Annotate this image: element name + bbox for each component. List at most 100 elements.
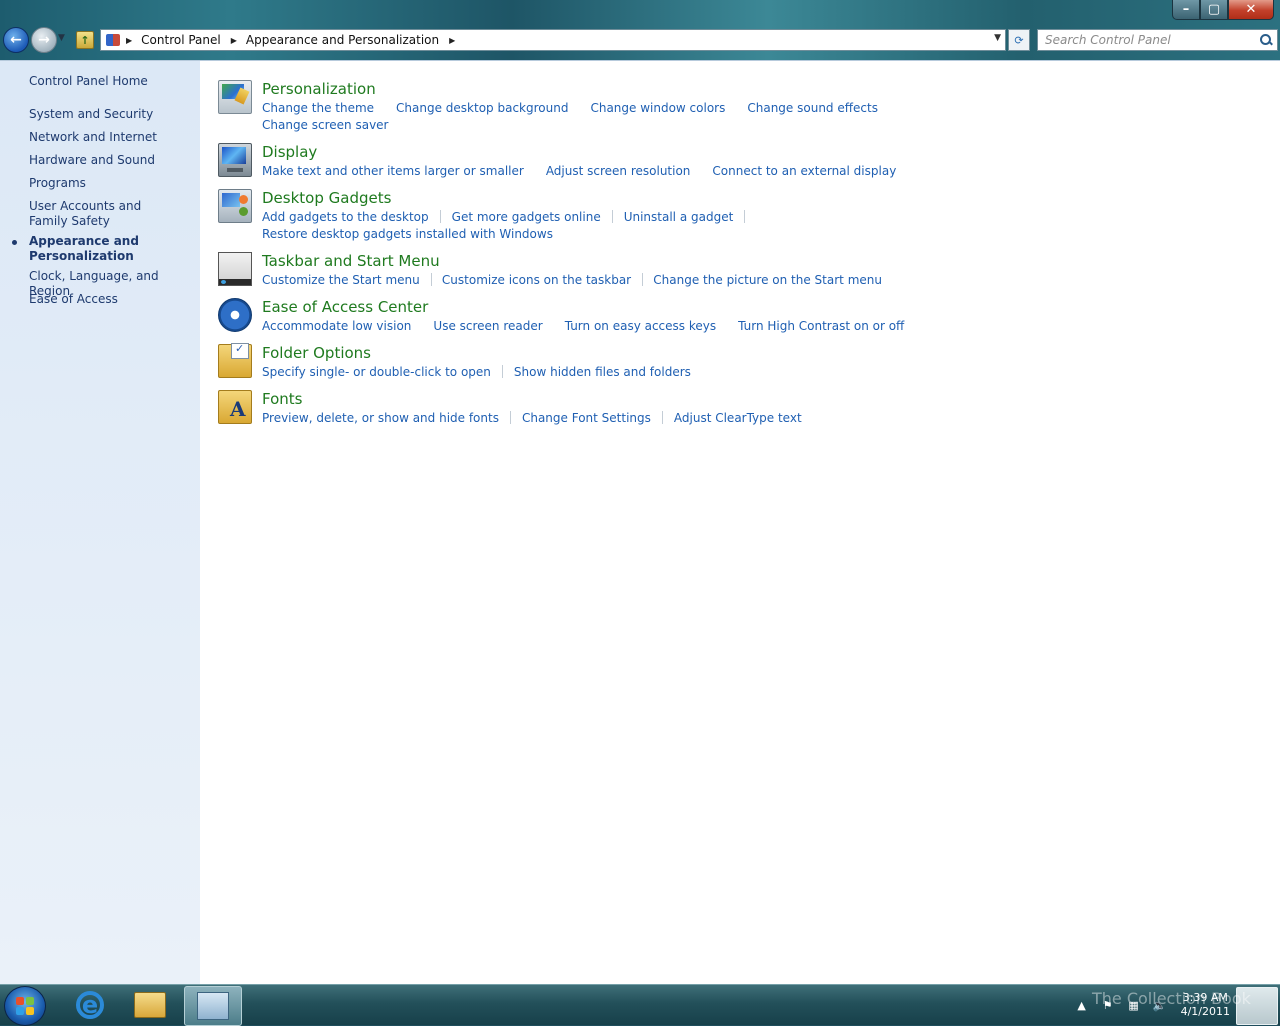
category-title[interactable]: Folder Options bbox=[262, 344, 371, 362]
task-link[interactable]: Change the theme bbox=[262, 101, 374, 115]
task-links: Preview, delete, or show and hide fonts C… bbox=[262, 409, 882, 426]
control-panel-icon bbox=[197, 992, 229, 1020]
task-link-row: Preview, delete, or show and hide fonts C… bbox=[262, 409, 882, 426]
window-controls: – ▢ ✕ bbox=[1172, 0, 1274, 20]
search-input[interactable] bbox=[1038, 32, 1259, 48]
task-links: Add gadgets to the desktop Get more gadge… bbox=[262, 208, 882, 242]
desktop-gadgets-icon[interactable] bbox=[218, 189, 252, 223]
link-separator bbox=[662, 411, 663, 424]
breadcrumb-control-panel[interactable]: Control Panel bbox=[141, 33, 221, 47]
task-link-row: Change the theme Change desktop backgroun… bbox=[262, 99, 882, 116]
window-title-bar: – ▢ ✕ ← → ▼ ↑ ▶ Control Panel ▶ Appearan… bbox=[0, 0, 1280, 60]
sidebar-item-appearance[interactable]: Appearance and Personalization bbox=[29, 234, 149, 264]
breadcrumb-separator-icon[interactable]: ▶ bbox=[449, 36, 455, 45]
task-links: Make text and other items larger or smal… bbox=[262, 162, 882, 179]
address-bar[interactable]: ▶ Control Panel ▶ Appearance and Persona… bbox=[100, 29, 1006, 51]
sidebar-item-programs[interactable]: Programs bbox=[29, 176, 194, 191]
breadcrumb-appearance[interactable]: Appearance and Personalization bbox=[246, 33, 439, 47]
task-link[interactable]: Specify single- or double-click to open bbox=[262, 365, 491, 379]
task-link-row: Make text and other items larger or smal… bbox=[262, 162, 882, 179]
internet-explorer-button[interactable]: e bbox=[62, 986, 118, 1024]
task-link[interactable]: Change sound effects bbox=[747, 101, 878, 115]
folder-icon bbox=[134, 992, 166, 1018]
task-link-row: Add gadgets to the desktop Get more gadge… bbox=[262, 208, 882, 225]
breadcrumb-separator-icon[interactable]: ▶ bbox=[231, 36, 237, 45]
control-panel-icon bbox=[106, 34, 120, 46]
folder-options-icon[interactable] bbox=[218, 344, 252, 378]
up-folder-icon[interactable]: ↑ bbox=[76, 31, 94, 49]
task-link[interactable]: Customize icons on the taskbar bbox=[442, 273, 631, 287]
maximize-button[interactable]: ▢ bbox=[1200, 0, 1228, 20]
task-link[interactable]: Turn High Contrast on or off bbox=[738, 319, 904, 333]
sidebar-item-user-accounts[interactable]: User Accounts and Family Safety bbox=[29, 199, 179, 229]
link-separator bbox=[744, 210, 745, 223]
task-links: Specify single- or double-click to open S… bbox=[262, 363, 882, 380]
search-icon[interactable] bbox=[1259, 33, 1273, 47]
task-links: Accommodate low vision Use screen reader T… bbox=[262, 317, 882, 334]
category-title[interactable]: Personalization bbox=[262, 80, 376, 98]
sidebar-item-system-security[interactable]: System and Security bbox=[29, 107, 194, 122]
task-link[interactable]: Preview, delete, or show and hide fonts bbox=[262, 411, 499, 425]
category-title[interactable]: Desktop Gadgets bbox=[262, 189, 391, 207]
minimize-button[interactable]: – bbox=[1172, 0, 1200, 20]
sidebar-item-control-panel-home[interactable]: Control Panel Home bbox=[29, 74, 194, 89]
task-links: Change the theme Change desktop backgroun… bbox=[262, 99, 882, 133]
task-link[interactable]: Uninstall a gadget bbox=[624, 210, 734, 224]
task-link[interactable]: Change screen saver bbox=[262, 118, 389, 132]
sidebar: Control Panel Home System and Security N… bbox=[0, 60, 200, 985]
watermark: The Collection Book bbox=[1092, 989, 1251, 1008]
category-title[interactable]: Taskbar and Start Menu bbox=[262, 252, 440, 270]
task-link[interactable]: Customize the Start menu bbox=[262, 273, 420, 287]
task-link-row: Restore desktop gadgets installed with W… bbox=[262, 225, 882, 242]
task-link[interactable]: Restore desktop gadgets installed with W… bbox=[262, 227, 553, 241]
category-title[interactable]: Display bbox=[262, 143, 317, 161]
category-title[interactable]: Fonts bbox=[262, 390, 302, 408]
task-link[interactable]: Change Font Settings bbox=[522, 411, 651, 425]
task-link-row: Change screen saver bbox=[262, 116, 882, 133]
recent-pages-dropdown-icon[interactable]: ▼ bbox=[58, 33, 65, 43]
task-links: Customize the Start menu Customize icons … bbox=[262, 271, 882, 288]
task-link-row: Accommodate low vision Use screen reader T… bbox=[262, 317, 882, 334]
forward-button[interactable]: → bbox=[31, 27, 57, 53]
link-separator bbox=[510, 411, 511, 424]
search-box[interactable] bbox=[1037, 29, 1278, 51]
main-content: Personalization Change the theme Change de… bbox=[200, 60, 1280, 985]
address-dropdown-icon[interactable]: ▼ bbox=[994, 33, 1001, 43]
task-link[interactable]: Change window colors bbox=[590, 101, 725, 115]
close-button[interactable]: ✕ bbox=[1228, 0, 1274, 20]
back-button[interactable]: ← bbox=[3, 27, 29, 53]
task-link[interactable]: Use screen reader bbox=[433, 319, 542, 333]
task-link[interactable]: Accommodate low vision bbox=[262, 319, 411, 333]
fonts-icon[interactable] bbox=[218, 390, 252, 424]
link-separator bbox=[502, 365, 503, 378]
task-link[interactable]: Add gadgets to the desktop bbox=[262, 210, 429, 224]
windows-explorer-button[interactable] bbox=[122, 986, 178, 1024]
task-link[interactable]: Turn on easy access keys bbox=[565, 319, 716, 333]
breadcrumb-separator-icon[interactable]: ▶ bbox=[126, 36, 132, 45]
task-link[interactable]: Adjust screen resolution bbox=[546, 164, 691, 178]
internet-explorer-icon: e bbox=[76, 991, 104, 1019]
task-link-row: Specify single- or double-click to open S… bbox=[262, 363, 882, 380]
sidebar-item-hardware-sound[interactable]: Hardware and Sound bbox=[29, 153, 194, 168]
taskbar: e ▲ ⚑ ▦ 🔈 3:39 AM 4/1/2011 bbox=[0, 984, 1280, 1025]
task-link[interactable]: Get more gadgets online bbox=[452, 210, 601, 224]
show-hidden-icons-icon[interactable]: ▲ bbox=[1075, 998, 1089, 1012]
display-icon[interactable] bbox=[218, 143, 252, 177]
link-separator bbox=[440, 210, 441, 223]
task-link[interactable]: Change desktop background bbox=[396, 101, 568, 115]
refresh-button[interactable]: ⟳ bbox=[1008, 29, 1030, 51]
task-link[interactable]: Adjust ClearType text bbox=[674, 411, 802, 425]
personalization-icon[interactable] bbox=[218, 80, 252, 114]
category-title[interactable]: Ease of Access Center bbox=[262, 298, 428, 316]
control-panel-taskbar-button[interactable] bbox=[184, 986, 242, 1026]
start-button[interactable] bbox=[4, 986, 46, 1026]
task-link[interactable]: Show hidden files and folders bbox=[514, 365, 691, 379]
task-link[interactable]: Change the picture on the Start menu bbox=[653, 273, 882, 287]
sidebar-item-network-internet[interactable]: Network and Internet bbox=[29, 130, 194, 145]
task-link[interactable]: Connect to an external display bbox=[712, 164, 896, 178]
link-separator bbox=[612, 210, 613, 223]
taskbar-icon[interactable] bbox=[218, 252, 252, 286]
task-link[interactable]: Make text and other items larger or smal… bbox=[262, 164, 524, 178]
ease-of-access-icon[interactable] bbox=[218, 298, 252, 332]
sidebar-item-ease-of-access[interactable]: Ease of Access bbox=[29, 292, 194, 307]
